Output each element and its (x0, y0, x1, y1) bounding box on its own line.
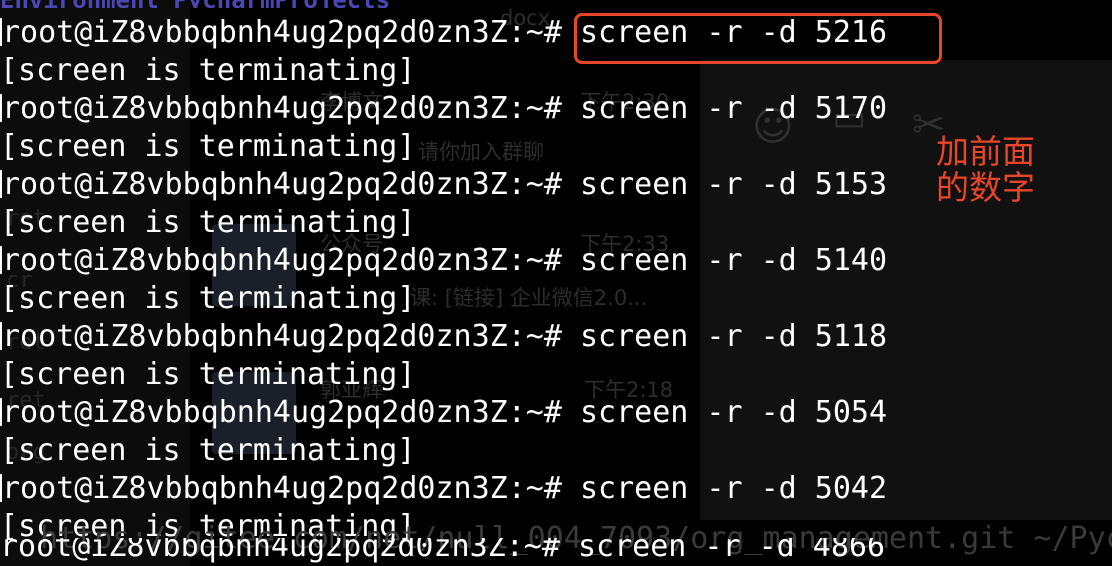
shell-prompt: root@iZ8vbbqbnh4ug2pq2d0zn3Z:~# (0, 538, 560, 564)
terminal-output-line: [screen is terminating] (0, 356, 1112, 394)
shell-command: screen -r -d 5054 (579, 395, 888, 430)
shell-prompt: root@iZ8vbbqbnh4ug2pq2d0zn3Z:~# (2, 243, 562, 278)
terminal-prompt-line: root@iZ8vbbqbnh4ug2pq2d0zn3Z:~# screen -… (0, 538, 1112, 566)
output-text: [screen is terminating] (0, 281, 416, 316)
line-marker (0, 397, 2, 426)
output-text: [screen is terminating] (0, 357, 416, 392)
annotation-line-1: 加前面 (936, 132, 1035, 171)
line-marker (0, 169, 2, 198)
terminal-output-line: [screen is terminating] (0, 280, 1112, 318)
line-marker (0, 245, 2, 274)
terminal-prompt-line: root@iZ8vbbqbnh4ug2pq2d0zn3Z:~# screen -… (0, 90, 1112, 128)
shell-command: screen -r -d 5153 (579, 167, 888, 202)
annotation-line-2: 的数字 (936, 168, 1035, 207)
terminal-output-line: [screen is terminating] (0, 204, 1112, 242)
terminal-output-line: [screen is terminating] (0, 52, 1112, 90)
terminal-prompt-line: root@iZ8vbbqbnh4ug2pq2d0zn3Z:~# screen -… (0, 394, 1112, 432)
line-marker (0, 321, 2, 350)
shell-command: screen -r -d 5170 (579, 91, 888, 126)
terminal-prompt-line: root@iZ8vbbqbnh4ug2pq2d0zn3Z:~# screen -… (0, 470, 1112, 508)
shell-command: screen -r -d 5140 (579, 243, 888, 278)
shell-command: screen -r -d 5042 (579, 471, 888, 506)
shell-prompt: root@iZ8vbbqbnh4ug2pq2d0zn3Z:~# (2, 91, 562, 126)
command-highlight-box (574, 13, 942, 64)
terminal-output[interactable]: root@iZ8vbbqbnh4ug2pq2d0zn3Z:~# screen -… (0, 14, 1112, 546)
annotation-note: 加前面 的数字 (936, 134, 1066, 206)
terminal-prompt-line: root@iZ8vbbqbnh4ug2pq2d0zn3Z:~# screen -… (0, 318, 1112, 356)
shell-prompt: root@iZ8vbbqbnh4ug2pq2d0zn3Z:~# (2, 167, 562, 202)
output-text: [screen is terminating] (0, 129, 416, 164)
shell-prompt: root@iZ8vbbqbnh4ug2pq2d0zn3Z:~# (2, 15, 562, 50)
output-text: [screen is terminating] (0, 433, 416, 468)
terminal-output-line: [screen is terminating] (0, 432, 1112, 470)
shell-prompt: root@iZ8vbbqbnh4ug2pq2d0zn3Z:~# (2, 395, 562, 430)
output-text: [screen is terminating] (0, 205, 416, 240)
terminal-prompt-line: root@iZ8vbbqbnh4ug2pq2d0zn3Z:~# screen -… (0, 242, 1112, 280)
shell-command: screen -r -d 4866 (577, 538, 886, 564)
top-path-strip: Environment PycharmProjects (0, 0, 600, 8)
line-marker (0, 93, 2, 122)
shell-prompt: root@iZ8vbbqbnh4ug2pq2d0zn3Z:~# (2, 471, 562, 506)
shell-prompt: root@iZ8vbbqbnh4ug2pq2d0zn3Z:~# (2, 319, 562, 354)
output-text: [screen is terminating] (0, 53, 416, 88)
line-marker (0, 17, 2, 46)
line-marker (0, 473, 2, 502)
terminal-prompt-line: root@iZ8vbbqbnh4ug2pq2d0zn3Z:~# screen -… (0, 14, 1112, 52)
shell-command: screen -r -d 5118 (579, 319, 888, 354)
terminal-partial-line: root@iZ8vbbqbnh4ug2pq2d0zn3Z:~# screen -… (0, 538, 1112, 566)
